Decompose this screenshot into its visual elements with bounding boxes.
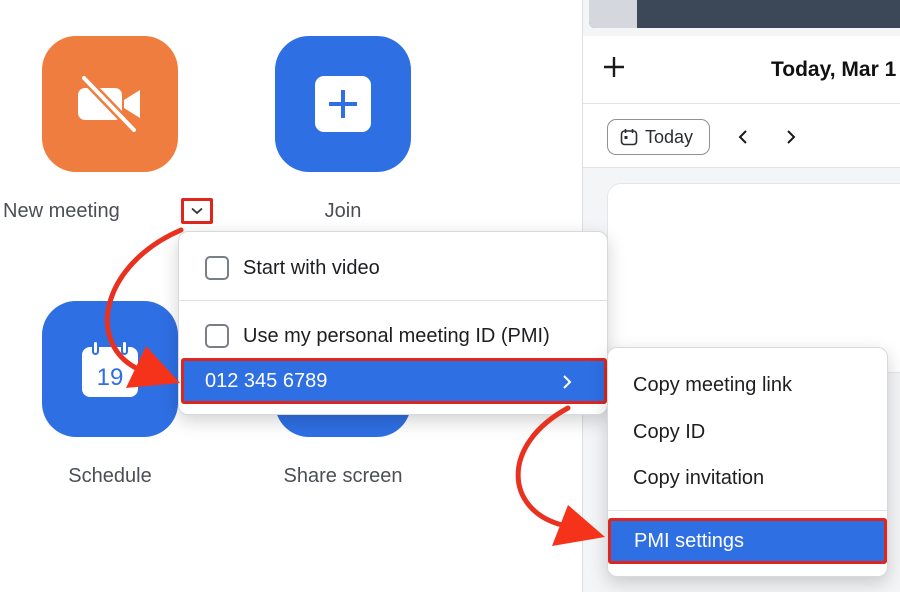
new-meeting-action[interactable]: New meeting [3, 36, 178, 222]
pmi-number: 012 345 6789 [205, 369, 328, 392]
new-meeting-menu: Start with video Use my personal meeting… [178, 231, 608, 415]
join-label: Join [324, 200, 362, 222]
preview-thumbnail [589, 0, 900, 28]
use-pmi-checkbox[interactable] [205, 324, 229, 348]
menu-item-start-with-video[interactable]: Start with video [179, 244, 607, 292]
submenu-item-copy-meeting-link[interactable]: Copy meeting link [608, 363, 887, 407]
calendar-title: Today, Mar 1 [771, 58, 897, 81]
menu-item-pmi-number[interactable]: 012 345 6789 [181, 358, 607, 404]
join-action[interactable]: Join [275, 36, 411, 222]
chevron-left-icon[interactable] [733, 126, 753, 148]
calendar-day-number: 19 [97, 364, 124, 391]
schedule-label: Schedule [68, 465, 152, 487]
share-screen-label: Share screen [283, 465, 403, 487]
menu-item-label: Start with video [243, 256, 380, 279]
today-button[interactable]: Today [607, 119, 710, 155]
submenu-item-copy-id[interactable]: Copy ID [608, 410, 887, 454]
chevron-right-icon [563, 375, 572, 389]
new-meeting-button[interactable] [42, 36, 178, 172]
calendar-icon [620, 129, 638, 146]
menu-item-use-pmi[interactable]: Use my personal meeting ID (PMI) [179, 312, 607, 360]
plus-icon [315, 76, 371, 132]
calendar-events-card [607, 183, 900, 373]
submenu-divider [608, 510, 887, 511]
calendar-toolbar: Today [583, 104, 900, 168]
plus-icon[interactable] [601, 54, 627, 80]
schedule-button[interactable]: 19 [42, 301, 178, 437]
video-off-icon [78, 74, 140, 134]
new-meeting-dropdown-toggle[interactable] [181, 198, 213, 224]
calendar-header: Today, Mar 1 [583, 36, 900, 104]
new-meeting-label: New meeting [3, 200, 120, 222]
calendar-icon: 19 [82, 340, 138, 397]
start-with-video-checkbox[interactable] [205, 256, 229, 280]
menu-divider [179, 300, 607, 301]
submenu-item-pmi-settings[interactable]: PMI settings [608, 518, 887, 564]
join-button[interactable] [275, 36, 411, 172]
submenu-item-copy-invitation[interactable]: Copy invitation [608, 456, 887, 500]
today-button-label: Today [645, 126, 694, 147]
pmi-submenu: Copy meeting link Copy ID Copy invitatio… [607, 347, 888, 577]
menu-item-label: Use my personal meeting ID (PMI) [243, 324, 550, 347]
chevron-right-icon[interactable] [781, 126, 801, 148]
schedule-action[interactable]: 19 Schedule [42, 301, 178, 487]
chevron-down-icon [191, 207, 203, 215]
